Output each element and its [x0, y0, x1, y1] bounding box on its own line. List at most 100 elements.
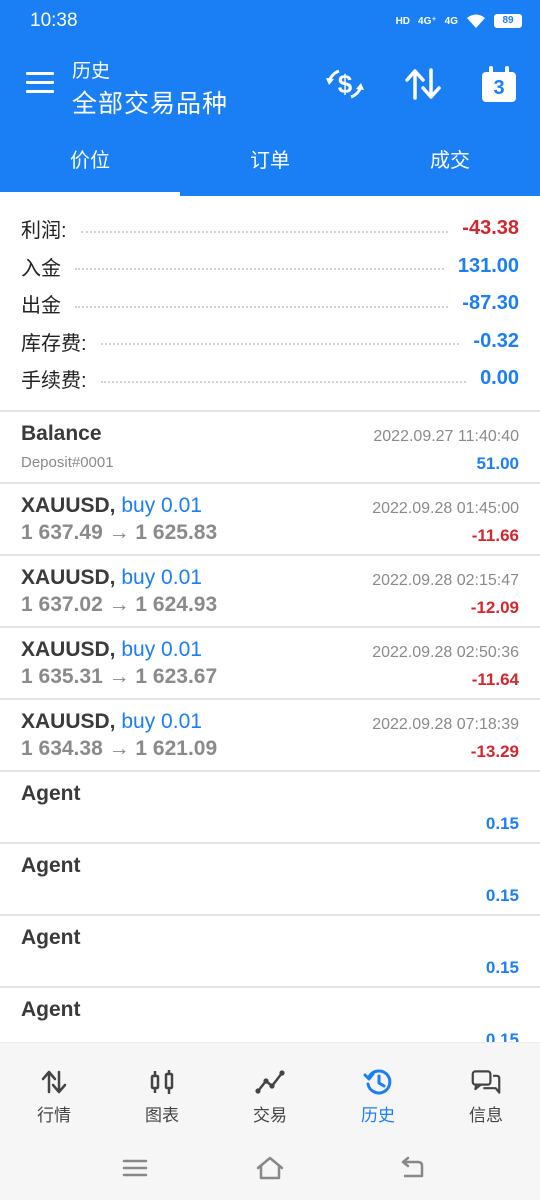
list-item[interactable]: XAUUSD, buy 0.01 1 637.02 → 1 624.93 202…	[0, 556, 540, 628]
summary-label: 入金	[21, 257, 61, 280]
menu-icon[interactable]	[26, 72, 56, 98]
tab-deals[interactable]: 成交	[360, 126, 540, 196]
dot-leader	[80, 230, 449, 233]
nav-label: 交易	[253, 1106, 287, 1125]
deal-comment: Deposit#0001	[21, 454, 114, 471]
deal-symbol: XAUUSD, buy 0.01	[21, 566, 202, 590]
menu-lines-icon[interactable]	[120, 1154, 150, 1182]
tab-active-indicator	[0, 192, 180, 196]
list-item[interactable]: Agent 0.15	[0, 772, 540, 844]
summary-row-withdrawal: 出金 -87.30	[0, 285, 540, 323]
chart-icon	[150, 1070, 174, 1094]
home-icon[interactable]	[255, 1154, 285, 1182]
summary-row-swap: 库存费: -0.32	[0, 323, 540, 361]
nav-trade[interactable]: 交易	[216, 1043, 324, 1138]
nav-label: 历史	[361, 1106, 395, 1125]
history-icon	[363, 1069, 392, 1095]
deal-prices: 1 637.02 → 1 624.93	[21, 593, 218, 616]
deal-prices: 1 635.31 → 1 623.67	[21, 665, 218, 688]
deal-profit: -11.64	[471, 670, 519, 689]
hd-icon: HD	[395, 15, 411, 27]
tab-price-label: 价位	[70, 150, 110, 172]
summary-value: 131.00	[457, 254, 519, 277]
deal-symbol-name: XAUUSD,	[21, 710, 116, 733]
symbol-filter-title[interactable]: 全部交易品种	[72, 84, 228, 120]
back-icon[interactable]	[396, 1154, 426, 1182]
bottom-navigation: 行情 图表 交易 历史 信息	[0, 1042, 540, 1138]
messages-icon	[471, 1070, 501, 1094]
calendar-icon[interactable]: 3	[482, 66, 518, 102]
deal-symbol: XAUUSD, buy 0.01	[21, 638, 202, 662]
deal-symbol: Agent	[21, 926, 81, 949]
summary-label: 利润:	[21, 220, 67, 243]
summary-label: 库存费:	[21, 332, 87, 355]
battery-icon: 89	[494, 14, 522, 28]
list-item[interactable]: Agent 0.15	[0, 844, 540, 916]
deal-time: 2022.09.28 02:50:36	[372, 644, 519, 661]
nav-quotes[interactable]: 行情	[0, 1043, 108, 1138]
dot-leader	[75, 268, 444, 271]
svg-text:$: $	[338, 69, 353, 99]
deal-symbol-name: XAUUSD,	[21, 638, 116, 661]
nav-label: 行情	[37, 1106, 71, 1125]
app-header: 10:38 HD 4G⁺ 4G 89 历史 全部交易品种 $ 3 价位 订单 成…	[0, 0, 540, 196]
deal-symbol: Agent	[21, 998, 81, 1021]
deal-type: buy 0.01	[121, 494, 202, 517]
dot-leader	[100, 343, 460, 346]
tab-orders[interactable]: 订单	[180, 126, 360, 196]
list-item[interactable]: Agent 0.15	[0, 916, 540, 988]
list-item[interactable]: XAUUSD, buy 0.01 1 635.31 → 1 623.67 202…	[0, 628, 540, 700]
status-icons: HD 4G⁺ 4G 89	[396, 11, 522, 31]
deal-time: 2022.09.28 07:18:39	[372, 716, 519, 733]
deal-time: 2022.09.27 11:40:40	[373, 428, 519, 445]
nav-messages[interactable]: 信息	[432, 1043, 540, 1138]
deal-time: 2022.09.28 01:45:00	[372, 500, 519, 517]
calendar-day: 3	[482, 72, 516, 102]
deal-profit: 0.15	[485, 886, 519, 905]
list-item[interactable]: XAUUSD, buy 0.01 1 634.38 → 1 621.09 202…	[0, 700, 540, 772]
deal-prices: 1 634.38 → 1 621.09	[21, 737, 218, 760]
dot-leader	[75, 305, 449, 308]
deal-symbol: Balance	[21, 422, 102, 445]
tab-bar: 价位 订单 成交	[0, 126, 540, 196]
list-item[interactable]: Balance Deposit#0001 2022.09.27 11:40:40…	[0, 412, 540, 484]
summary-row-commission: 手续费: 0.00	[0, 360, 540, 398]
deal-symbol-name: XAUUSD,	[21, 566, 116, 589]
dot-leader	[100, 380, 467, 383]
tab-price[interactable]: 价位	[0, 126, 180, 196]
tab-deals-label: 成交	[430, 150, 470, 172]
signal-4g-plus-icon: 4G⁺	[418, 15, 437, 27]
summary-value: -0.32	[473, 329, 519, 352]
deal-profit: -13.29	[470, 742, 519, 761]
deal-profit: -12.09	[470, 598, 519, 617]
deal-symbol: XAUUSD, buy 0.01	[21, 494, 202, 518]
deal-profit: 0.15	[485, 814, 519, 833]
wifi-icon	[467, 14, 485, 28]
summary-row-deposit: 入金 131.00	[0, 248, 540, 286]
signal-4g-icon: 4G	[444, 15, 458, 27]
deal-symbol-name: XAUUSD,	[21, 494, 116, 517]
deal-symbol: Agent	[21, 854, 81, 877]
deal-type: buy 0.01	[121, 638, 202, 661]
tab-orders-label: 订单	[250, 150, 290, 172]
deal-symbol: XAUUSD, buy 0.01	[21, 710, 202, 734]
quotes-icon	[41, 1070, 67, 1094]
system-navigation-bar	[0, 1138, 540, 1200]
nav-label: 信息	[469, 1106, 503, 1125]
deal-time: 2022.09.28 02:15:47	[372, 572, 519, 589]
trade-icon	[255, 1070, 285, 1094]
currency-exchange-icon[interactable]: $	[323, 64, 367, 104]
list-item[interactable]: XAUUSD, buy 0.01 1 637.49 → 1 625.83 202…	[0, 484, 540, 556]
nav-chart[interactable]: 图表	[108, 1043, 216, 1138]
summary-row-profit: 利润: -43.38	[0, 210, 540, 248]
summary-value: -43.38	[462, 217, 519, 240]
nav-history[interactable]: 历史	[324, 1043, 432, 1138]
deal-symbol: Agent	[21, 782, 81, 805]
summary-section: 利润: -43.38 入金 131.00 出金 -87.30 库存费: -0.3…	[0, 210, 540, 398]
status-time: 10:38	[30, 10, 78, 31]
summary-label: 出金	[21, 295, 61, 318]
deal-profit: 51.00	[476, 454, 519, 473]
page-title: 历史	[72, 61, 111, 82]
sort-arrows-icon[interactable]	[401, 64, 445, 104]
deal-profit: -11.66	[471, 526, 519, 545]
